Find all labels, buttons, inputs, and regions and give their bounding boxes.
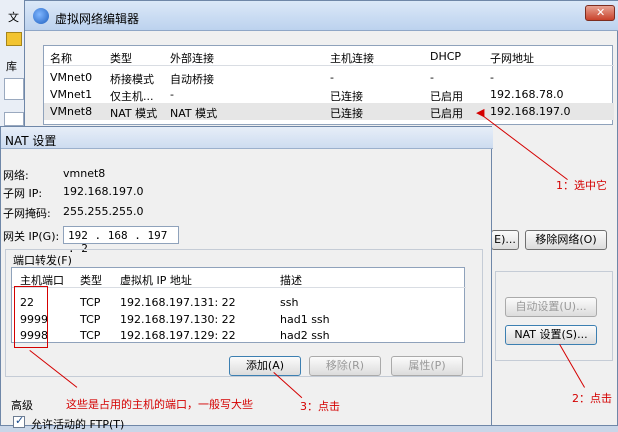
- network-row[interactable]: VMnet0 桥接模式 自动桥接 - - -: [44, 69, 614, 86]
- cell-dhcp: 已启用: [430, 90, 463, 103]
- close-button[interactable]: ✕: [585, 5, 615, 21]
- nat-settings-dialog: NAT 设置 网络: vmnet8 子网 IP: 192.168.197.0 子…: [0, 126, 493, 431]
- cell-host: -: [330, 71, 334, 84]
- cell-type: NAT 模式: [110, 107, 158, 120]
- network-label: 网络:: [3, 169, 29, 182]
- window-titlebar: 虚拟网络编辑器 ✕: [25, 1, 618, 31]
- port-forward-table[interactable]: 主机端口 类型 虚拟机 IP 地址 描述 22 TCP 192.168.197.…: [11, 267, 466, 344]
- cell-vm-ip: 192.168.197.129: 22: [120, 329, 236, 342]
- arrowhead-icon: ◀: [476, 106, 485, 119]
- cell-type: TCP: [80, 296, 101, 309]
- cell-dhcp: 已启用: [430, 107, 463, 120]
- cell-subnet: 192.168.78.0: [490, 88, 564, 101]
- subnet-mask-label: 子网掩码:: [3, 207, 51, 220]
- cell-dhcp: -: [430, 71, 434, 84]
- add-button[interactable]: 添加(A): [229, 356, 301, 376]
- network-row-selected[interactable]: VMnet8 NAT 模式 NAT 模式 已连接 已启用 192.168.197…: [44, 103, 614, 120]
- nat-settings-button[interactable]: NAT 设置(S)...: [505, 325, 597, 345]
- cell-type: TCP: [80, 313, 101, 326]
- column-header-name[interactable]: 名称: [50, 50, 72, 66]
- subnet-ip-label: 子网 IP:: [3, 187, 43, 200]
- remove-button[interactable]: 移除(R): [309, 356, 381, 376]
- cell-external: -: [170, 88, 174, 101]
- annotation-select-it: 1：选中它: [556, 179, 607, 192]
- remove-network-button[interactable]: 移除网络(O): [525, 230, 607, 250]
- header-divider: [12, 287, 466, 288]
- column-header-host[interactable]: 主机连接: [330, 50, 374, 66]
- background-search-box: [4, 78, 24, 100]
- network-globe-icon: [33, 8, 49, 24]
- network-value: vmnet8: [63, 167, 106, 180]
- column-header-subnet[interactable]: 子网地址: [490, 50, 534, 66]
- background-toolbar-icon: [6, 32, 22, 46]
- cell-name: VMnet0: [50, 71, 93, 84]
- cell-subnet: 192.168.197.0: [490, 105, 571, 118]
- host-port-highlight-box: [14, 286, 48, 348]
- column-header-vm-ip[interactable]: 虚拟机 IP 地址: [120, 272, 192, 288]
- network-list[interactable]: 名称 类型 外部连接 主机连接 DHCP 子网地址 VMnet0 桥接模式 自动…: [43, 45, 614, 125]
- cell-subnet: -: [490, 71, 494, 84]
- nat-dialog-titlebar: NAT 设置: [1, 127, 493, 149]
- header-divider: [44, 65, 614, 66]
- column-header-type[interactable]: 类型: [80, 272, 102, 288]
- allow-ftp-label: 允许活动的 FTP(T): [31, 418, 125, 431]
- cell-host: 已连接: [330, 90, 363, 103]
- properties-button[interactable]: 属性(P): [391, 356, 463, 376]
- column-header-dhcp[interactable]: DHCP: [430, 50, 461, 63]
- cell-type: 仅主机...: [110, 90, 154, 103]
- cell-type: 桥接模式: [110, 73, 154, 86]
- annotation-click-3: 3：点击: [300, 400, 340, 413]
- cell-type: TCP: [80, 329, 101, 342]
- cell-host: 已连接: [330, 107, 363, 120]
- cell-description: ssh: [280, 296, 299, 309]
- auto-settings-button[interactable]: 自动设置(U)...: [505, 297, 597, 317]
- cell-name: VMnet1: [50, 88, 93, 101]
- background-menu-label: 文: [8, 11, 19, 24]
- cell-vm-ip: 192.168.197.130: 22: [120, 313, 236, 326]
- network-row[interactable]: VMnet1 仅主机... - 已连接 已启用 192.168.78.0: [44, 86, 614, 103]
- column-header-external[interactable]: 外部连接: [170, 50, 214, 66]
- allow-ftp-checkbox[interactable]: ✓: [13, 414, 25, 428]
- checkmark-icon: ✓: [15, 414, 25, 427]
- background-library-label: 库: [6, 60, 17, 73]
- cell-external: 自动桥接: [170, 73, 214, 86]
- gateway-ip-input[interactable]: 192 . 168 . 197 . 2: [63, 226, 179, 255]
- close-icon: ✕: [596, 6, 606, 19]
- subnet-mask-value: 255.255.255.0: [63, 205, 144, 218]
- cell-name: VMnet8: [50, 105, 93, 118]
- edit-button[interactable]: E)...: [491, 230, 519, 250]
- column-header-description[interactable]: 描述: [280, 272, 302, 288]
- gateway-label: 网关 IP(G):: [3, 230, 60, 243]
- column-header-type[interactable]: 类型: [110, 50, 132, 66]
- cell-description: had1 ssh: [280, 313, 330, 326]
- cell-description: had2 ssh: [280, 329, 330, 342]
- annotation-ports-note: 这些是占用的主机的端口，一般写大些: [66, 398, 253, 411]
- annotation-click-2: 2：点击: [572, 392, 612, 405]
- port-forward-row[interactable]: 22 TCP 192.168.197.131: 22 ssh: [12, 294, 466, 311]
- cell-vm-ip: 192.168.197.131: 22: [120, 296, 236, 309]
- port-forward-label: 端口转发(F): [11, 252, 74, 268]
- subnet-ip-value: 192.168.197.0: [63, 185, 144, 198]
- port-forward-row[interactable]: 9999 TCP 192.168.197.130: 22 had1 ssh: [12, 311, 466, 328]
- background-list-box: [4, 112, 24, 126]
- advanced-label: 高级: [11, 399, 33, 412]
- nat-dialog-title: NAT 设置: [5, 134, 57, 148]
- cell-external: NAT 模式: [170, 107, 218, 120]
- port-forward-row[interactable]: 9998 TCP 192.168.197.129: 22 had2 ssh: [12, 327, 466, 344]
- window-title: 虚拟网络编辑器: [55, 12, 140, 26]
